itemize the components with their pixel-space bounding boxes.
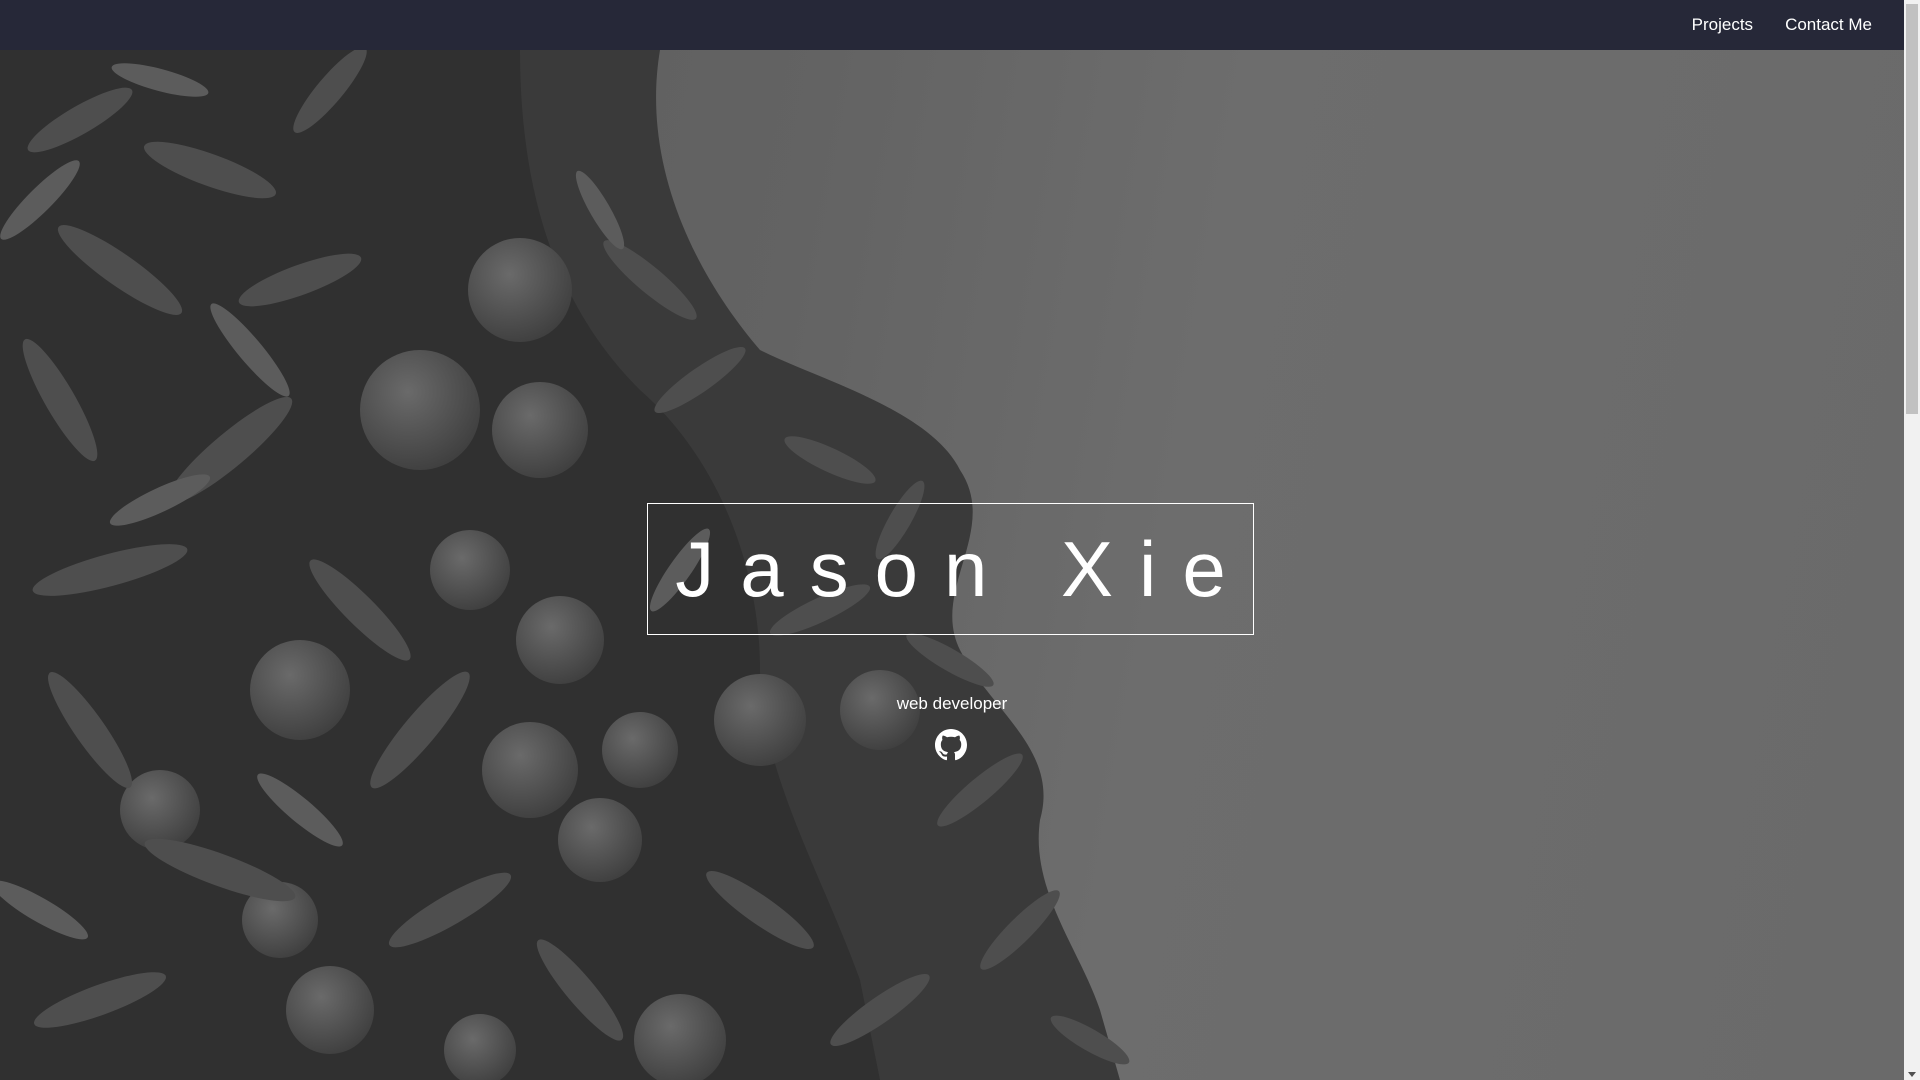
scroll-down-arrow-icon[interactable]: [1908, 1072, 1916, 1077]
scrollbar-thumb[interactable]: [1906, 4, 1918, 414]
navbar: Projects Contact Me: [0, 0, 1904, 50]
scrollbar[interactable]: [1904, 0, 1920, 1080]
page: Projects Contact Me Jason Xie web develo…: [0, 0, 1920, 1080]
nav-link-contact-me[interactable]: Contact Me: [1785, 15, 1872, 35]
subtitle: web developer: [896, 694, 1008, 713]
nav-links: Projects Contact Me: [1692, 0, 1872, 50]
nav-link-projects[interactable]: Projects: [1692, 15, 1753, 35]
page-title: Jason Xie: [675, 524, 1252, 613]
title-box: Jason Xie: [647, 503, 1254, 635]
github-icon[interactable]: [935, 729, 967, 761]
